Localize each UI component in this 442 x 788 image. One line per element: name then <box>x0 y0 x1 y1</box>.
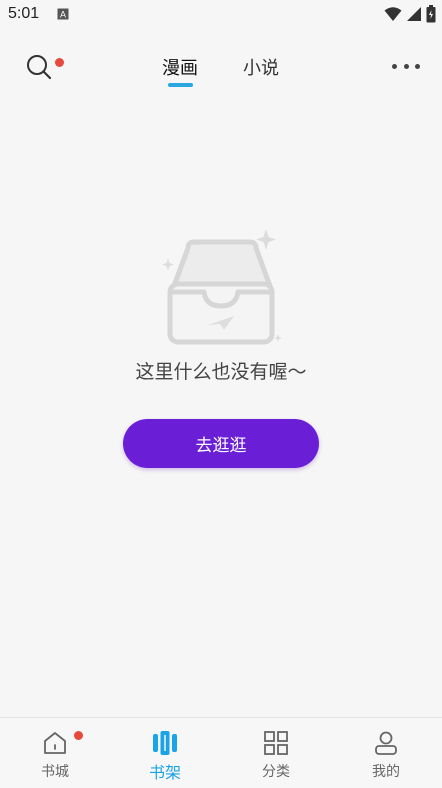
nav-label-bookshelf: 书架 <box>148 763 181 782</box>
browse-button[interactable]: 去逛逛 <box>123 419 319 468</box>
home-icon <box>44 732 66 754</box>
search-button[interactable] <box>24 52 64 84</box>
top-bar: 漫画 小说 <box>0 40 442 92</box>
tab-novel[interactable]: 小说 <box>243 54 279 80</box>
battery-icon <box>426 5 436 23</box>
more-dot <box>392 63 397 69</box>
wifi-icon <box>384 7 402 21</box>
a-notification-icon: A <box>57 8 69 20</box>
more-dot <box>415 63 420 69</box>
svg-text:A: A <box>60 10 66 20</box>
signal-icon <box>407 7 421 21</box>
status-bar: 5:01 A <box>0 0 442 30</box>
more-dot <box>403 63 409 69</box>
nav-item-bookstore[interactable]: 书城 <box>0 718 110 788</box>
tab-bar: 漫画 小说 <box>0 40 442 92</box>
active-tab-indicator <box>168 83 193 87</box>
search-badge-dot <box>55 58 64 67</box>
status-icons <box>384 5 436 23</box>
search-icon <box>27 55 52 80</box>
nav-label-profile: 我的 <box>372 764 400 780</box>
category-grid-icon <box>264 731 288 755</box>
more-button[interactable] <box>392 57 420 75</box>
bottom-nav: 书城 书架 分类 我的 <box>0 717 442 788</box>
empty-message: 这里什么也没有喔～ <box>135 361 307 383</box>
nav-item-bookshelf[interactable]: 书架 <box>110 718 220 788</box>
bookstore-badge-dot <box>74 731 83 740</box>
bookshelf-icon <box>153 731 177 755</box>
tab-manga[interactable]: 漫画 <box>162 54 198 80</box>
status-time: 5:01 <box>8 5 40 22</box>
nav-label-bookstore: 书城 <box>41 764 69 780</box>
nav-label-category: 分类 <box>262 764 290 780</box>
profile-icon <box>375 731 397 755</box>
nav-item-category[interactable]: 分类 <box>221 718 331 788</box>
nav-item-profile[interactable]: 我的 <box>331 718 441 788</box>
empty-inbox-icon <box>162 229 282 345</box>
